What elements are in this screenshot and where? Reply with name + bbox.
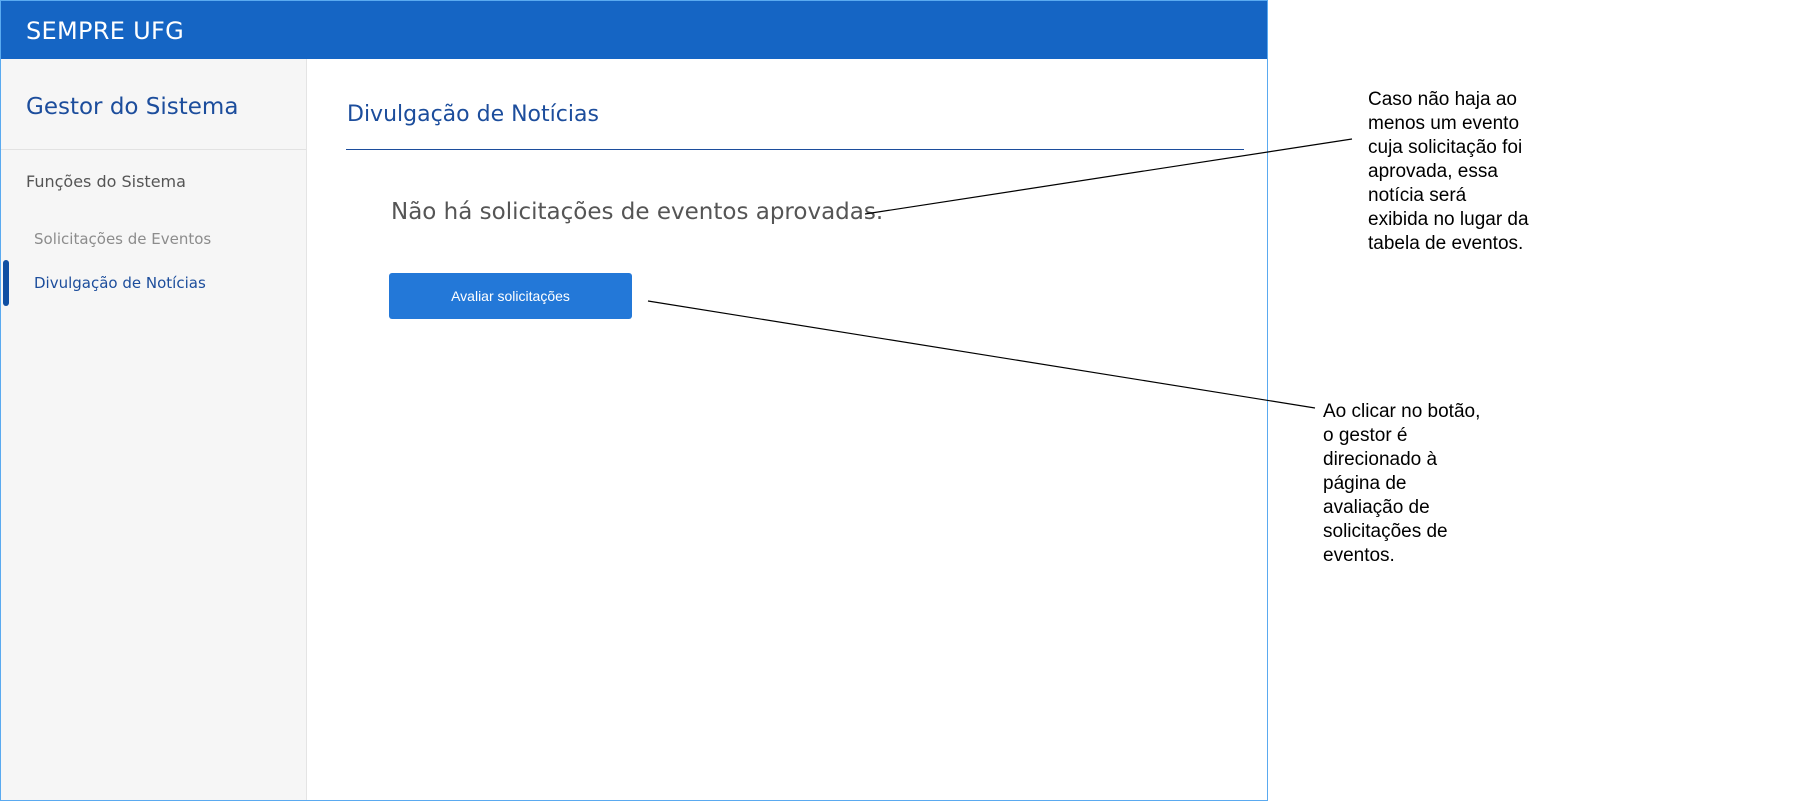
app-window: SEMPRE UFG Gestor do Sistema Funções do … <box>0 0 1268 801</box>
wireframe-canvas: SEMPRE UFG Gestor do Sistema Funções do … <box>0 0 1808 804</box>
sidebar-title: Gestor do Sistema <box>26 94 239 120</box>
annotation-note-button: Ao clicar no botão, o gestor é direciona… <box>1323 401 1481 566</box>
sidebar-header: Gestor do Sistema <box>1 59 306 150</box>
sidebar-section-label: Funções do Sistema <box>26 172 186 191</box>
empty-state-message: Não há solicitações de eventos aprovadas… <box>391 199 884 225</box>
sidebar: Gestor do Sistema Funções do Sistema Sol… <box>1 59 307 800</box>
title-divider <box>346 149 1244 150</box>
annotation-note-empty-state: Caso não haja ao menos um evento cuja so… <box>1368 89 1529 254</box>
avaliar-solicitacoes-button[interactable]: Avaliar solicitações <box>389 273 632 319</box>
active-item-indicator <box>3 260 9 306</box>
top-bar: SEMPRE UFG <box>1 1 1267 59</box>
sidebar-item-solicitacoes-eventos[interactable]: Solicitações de Eventos <box>34 230 211 248</box>
app-brand: SEMPRE UFG <box>26 17 185 45</box>
sidebar-item-divulgacao-noticias[interactable]: Divulgação de Notícias <box>34 274 206 292</box>
page-title: Divulgação de Notícias <box>347 102 599 127</box>
